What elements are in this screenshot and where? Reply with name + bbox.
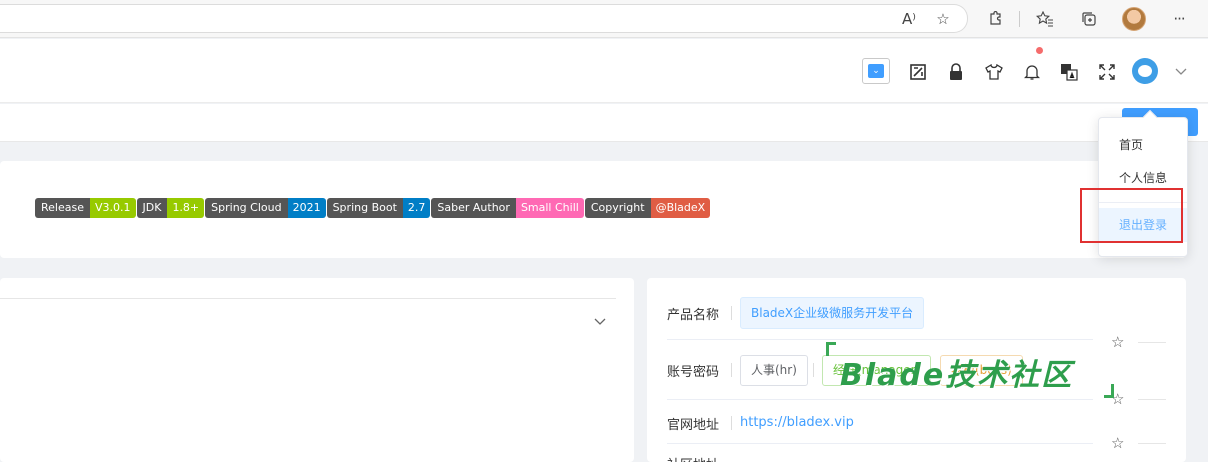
badge-key: Release bbox=[35, 198, 90, 218]
row-divider bbox=[667, 399, 1093, 400]
notification-dot bbox=[1036, 47, 1043, 54]
dropdown-item-home[interactable]: 首页 bbox=[1099, 136, 1187, 153]
badge-value: 1.8+ bbox=[167, 198, 205, 218]
product-label: 产品名称 bbox=[667, 308, 720, 323]
badge-key: JDK bbox=[136, 198, 168, 218]
logout-highlight-box bbox=[1080, 188, 1183, 243]
watermark-text: Blade技术社区 bbox=[840, 358, 1074, 393]
badge-value: V3.0.1 bbox=[89, 198, 136, 218]
badge-value: @BladeX bbox=[650, 198, 711, 218]
screenshot-icon[interactable] bbox=[907, 61, 929, 83]
favorites-icon[interactable] bbox=[1034, 8, 1056, 30]
watermark-bracket-left bbox=[826, 342, 836, 356]
badge-jdk: JDK 1.8+ bbox=[136, 198, 205, 218]
left-panel-divider bbox=[0, 298, 616, 299]
badge-key: Copyright bbox=[584, 198, 651, 218]
label-separator bbox=[731, 416, 732, 430]
star-divider bbox=[1138, 342, 1166, 343]
badge-key: Spring Cloud bbox=[205, 198, 288, 218]
label-separator bbox=[731, 363, 732, 377]
theme-shirt-icon[interactable] bbox=[983, 61, 1005, 83]
badge-value: 2021 bbox=[287, 198, 326, 218]
toolbar-separator bbox=[1019, 11, 1020, 27]
badge-release: Release V3.0.1 bbox=[35, 198, 136, 218]
tags-bar bbox=[0, 104, 1208, 142]
badge-row: Release V3.0.1 JDK 1.8+ Spring Cloud 2021 Spri… bbox=[35, 198, 711, 218]
user-avatar[interactable] bbox=[1132, 58, 1158, 84]
fullscreen-icon[interactable] bbox=[1096, 61, 1118, 83]
collections-icon[interactable] bbox=[1078, 8, 1100, 30]
read-aloud-glyph: A⁾ bbox=[902, 10, 916, 28]
account-tag-hr[interactable]: 人事(hr) bbox=[740, 355, 808, 386]
notification-bell-icon[interactable] bbox=[1021, 61, 1043, 83]
profile-avatar[interactable] bbox=[1122, 7, 1146, 31]
left-panel bbox=[0, 278, 634, 462]
account-label: 账号密码 bbox=[667, 365, 720, 380]
row-divider bbox=[667, 339, 1093, 340]
more-icon[interactable]: ··· bbox=[1168, 8, 1190, 30]
favorite-add-icon[interactable]: ☆ bbox=[932, 8, 954, 30]
extensions-icon[interactable] bbox=[984, 8, 1006, 30]
star-icon[interactable]: ☆ bbox=[1111, 434, 1124, 452]
address-bar[interactable] bbox=[0, 4, 968, 33]
website-label: 官网地址 bbox=[667, 418, 720, 433]
badge-key: Spring Boot bbox=[326, 198, 403, 218]
website-link[interactable]: https://bladex.vip bbox=[740, 415, 854, 430]
badge-value: 2.7 bbox=[402, 198, 431, 218]
badge-saber-author: Saber Author Small Chill bbox=[431, 198, 584, 218]
row-divider bbox=[667, 443, 1093, 444]
lock-icon[interactable] bbox=[945, 61, 967, 83]
badge-value: Small Chill bbox=[515, 198, 584, 218]
label-separator bbox=[731, 306, 732, 320]
badge-key: Saber Author bbox=[431, 198, 516, 218]
dropdown-item-profile[interactable]: 个人信息 bbox=[1099, 169, 1187, 186]
more-glyph: ··· bbox=[1173, 10, 1185, 28]
star-divider bbox=[1138, 399, 1166, 400]
star-divider bbox=[1138, 443, 1166, 444]
star-icon[interactable]: ☆ bbox=[1111, 333, 1124, 351]
browser-toolbar: A⁾ ☆ ··· bbox=[0, 0, 1208, 38]
watermark-bracket-right bbox=[1104, 384, 1114, 398]
chevron-down-icon[interactable] bbox=[1170, 61, 1192, 83]
tag-separator bbox=[813, 363, 814, 377]
translate-icon[interactable] bbox=[1058, 61, 1080, 83]
collapse-chevron-icon[interactable] bbox=[594, 314, 606, 330]
badge-spring-boot: Spring Boot 2.7 bbox=[326, 198, 431, 218]
badge-copyright: Copyright @BladeX bbox=[584, 198, 711, 218]
theme-select-icon[interactable]: ⌄ bbox=[862, 58, 890, 84]
next-row-label: 社区地址 bbox=[667, 454, 719, 462]
app-header: ⌄ bbox=[0, 39, 1208, 103]
badge-spring-cloud: Spring Cloud 2021 bbox=[205, 198, 326, 218]
read-aloud-icon[interactable]: A⁾ bbox=[898, 8, 920, 30]
product-value-tag: BladeX企业级微服务开发平台 bbox=[740, 297, 925, 329]
